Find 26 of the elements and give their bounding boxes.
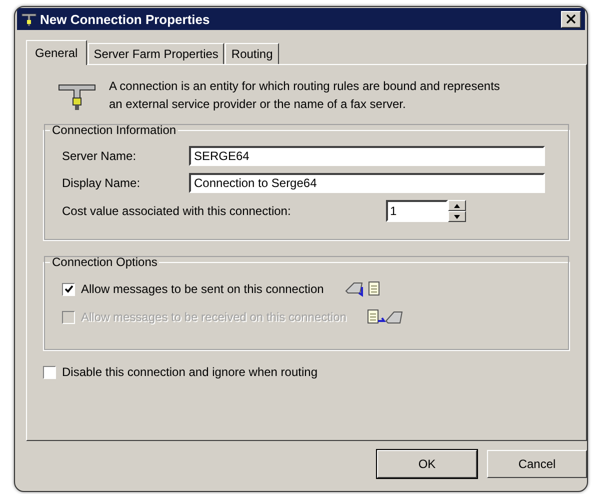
server-name-field[interactable]: SERGE64	[189, 146, 545, 166]
close-button[interactable]	[561, 10, 581, 28]
tab[interactable]: Routing	[225, 43, 279, 64]
group-title: Connection Information	[51, 123, 178, 137]
connector-icon	[21, 11, 37, 27]
checkbox[interactable]	[43, 366, 56, 378]
group-title: Connection Options	[51, 255, 158, 269]
field-label: Server Name:	[62, 149, 138, 163]
window-title: New Connection Properties	[40, 12, 211, 26]
display-name-field[interactable]: Connection to Serge64	[189, 173, 545, 193]
checkbox-label[interactable]: Allow messages to be sent on this connection	[81, 282, 324, 296]
description-text: A connection is an entity for which routing rules are bound and represents an external service provider or the name of a fax server.	[109, 78, 501, 113]
field-label: Display Name:	[62, 176, 142, 190]
cancel-button[interactable]: Cancel	[487, 450, 587, 478]
checkbox-label[interactable]: Disable this connection and ignore when routing	[62, 365, 318, 379]
ok-button[interactable]: OK	[377, 450, 477, 478]
up-arrow-icon	[454, 204, 460, 208]
tab[interactable]: General	[26, 40, 87, 65]
cost-field[interactable]: 1	[386, 200, 448, 222]
down-arrow-icon	[454, 214, 460, 218]
spin-down-button[interactable]	[448, 211, 466, 222]
tab[interactable]: Server Farm Properties	[88, 43, 224, 64]
field-label: Cost value associated with this connection:	[62, 204, 292, 218]
close-icon	[566, 14, 576, 24]
checkbox[interactable]	[62, 282, 75, 296]
spin-up-button[interactable]	[448, 200, 466, 211]
